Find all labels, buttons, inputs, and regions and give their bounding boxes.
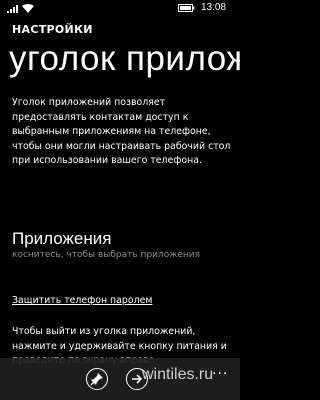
description-text: Уголок приложений позволяет предоставлят… (12, 97, 231, 166)
battery-icon (178, 4, 195, 12)
more-button[interactable]: ... (212, 362, 228, 378)
pin-button[interactable] (86, 368, 108, 390)
signal-icon (7, 5, 18, 13)
wifi-icon (22, 4, 34, 13)
apps-header[interactable]: Приложения (12, 229, 111, 249)
protect-phone-link[interactable]: Защитить телефон паролем (12, 295, 152, 306)
apps-hint[interactable]: коснитесь, чтобы выбрать приложения (12, 250, 236, 260)
pin-icon (90, 373, 103, 386)
status-bar: 13:08 (0, 0, 240, 16)
status-time: 13:08 (201, 2, 227, 13)
watermark-text: wintiles.ru (142, 366, 214, 383)
page-title: уголок приложений (9, 39, 240, 78)
section-title: НАСТРОЙКИ (12, 23, 93, 36)
